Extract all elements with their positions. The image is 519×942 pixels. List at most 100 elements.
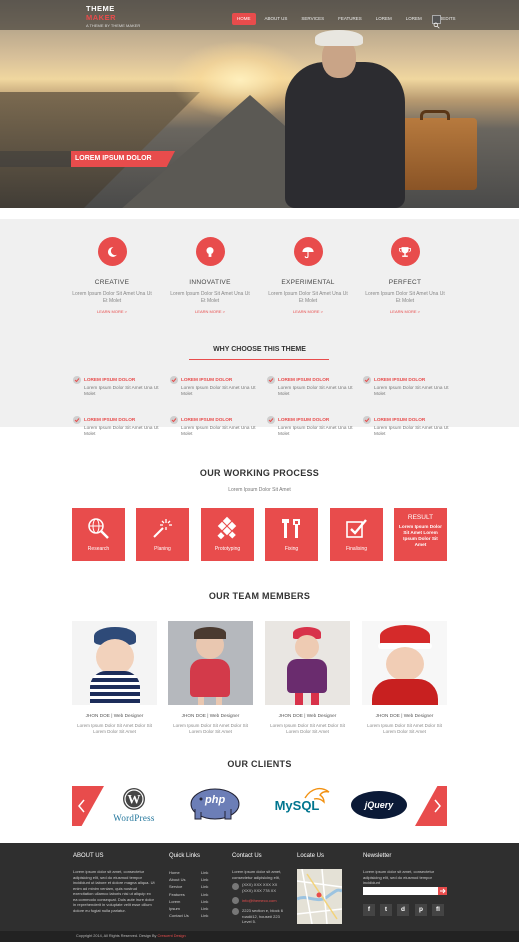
member-name: JHON DOE <box>278 713 303 718</box>
team-title: OUR TEAM MEMBERS <box>208 591 311 601</box>
quick-links-list: Home About Us Service Features Lorem Ips… <box>169 869 189 919</box>
nav-item-about[interactable]: ABOUT US <box>260 13 293 25</box>
umbrella-icon <box>302 246 314 258</box>
nav-item-services[interactable]: SERVICES <box>296 13 329 25</box>
member-photo <box>72 621 157 705</box>
feature-perfect: PERFECT Lorem Ipsum Dolor Sit Amet Una U… <box>365 237 445 314</box>
client-logo-php[interactable]: php <box>187 780 243 830</box>
suitcase-image <box>393 118 477 190</box>
why-item: LOREM IPSUM DOLOR Lorem Ipsum Dolor Sit … <box>363 376 453 400</box>
location-map[interactable] <box>297 869 342 924</box>
feature-title: PERFECT <box>388 279 422 286</box>
search-button[interactable] <box>432 15 441 29</box>
why-item: LOREM IPSUM DOLOR Lorem Ipsum Dolor Sit … <box>267 416 357 440</box>
link-item[interactable]: Link <box>201 876 208 883</box>
moon-icon <box>107 246 117 257</box>
client-logo-jquery[interactable]: jQuery <box>351 780 407 830</box>
footer-email[interactable]: info@themeco.com <box>242 898 292 904</box>
nav-item-lorem-1[interactable]: LOREM <box>371 13 397 25</box>
learn-more-link[interactable]: LEARN MORE > <box>170 309 250 314</box>
trophy-icon <box>398 246 412 257</box>
member-bio: Lorem Ipsum Dolor Sit Amet Dolor Sit Lor… <box>270 723 345 734</box>
client-logo-mysql[interactable]: MySQL <box>263 780 331 830</box>
designer-link[interactable]: Crescent Design <box>157 934 185 938</box>
logo-tagline: A THEME BY THEME MAKER <box>86 23 141 28</box>
member-bio: Lorem Ipsum Dolor Sit Amet Dolor Sit Lor… <box>367 723 442 734</box>
process-step-research[interactable]: Research <box>72 508 125 561</box>
link-item[interactable]: Link <box>201 905 208 912</box>
dribbble-icon[interactable]: d <box>397 904 409 916</box>
link-item[interactable]: Link <box>201 912 208 919</box>
quick-link[interactable]: Contact Us <box>169 912 189 919</box>
feature-desc: Lorem Ipsum Dolor Sit Amet Una Ut Et Mol… <box>268 291 348 304</box>
link-item[interactable]: Link <box>201 891 208 898</box>
quick-link[interactable]: Home <box>169 869 189 876</box>
process-step-fixing[interactable]: Fixing <box>265 508 318 561</box>
learn-more-link[interactable]: LEARN MORE > <box>365 309 445 314</box>
feature-experimental: EXPERIMENTAL Lorem Ipsum Dolor Sit Amet … <box>268 237 348 314</box>
quick-link[interactable]: Lorem <box>169 898 189 905</box>
footer-newsletter-title: Newsletter <box>363 853 392 859</box>
svg-text:W: W <box>128 792 141 807</box>
why-item: LOREM IPSUM DOLOR Lorem Ipsum Dolor Sit … <box>73 416 163 440</box>
quick-link[interactable]: Service <box>169 883 189 890</box>
learn-more-link[interactable]: LEARN MORE > <box>72 309 152 314</box>
logo[interactable]: THEME MAKER <box>86 4 116 22</box>
process-step-planing[interactable]: Planing <box>136 508 189 561</box>
clients-next-button[interactable] <box>415 786 447 826</box>
facebook-icon[interactable]: f <box>363 904 375 916</box>
email-icon <box>232 897 239 904</box>
quick-link[interactable]: Ipsum <box>169 905 189 912</box>
footer-locate-title: Locate Us <box>297 853 325 859</box>
member-photo <box>362 621 447 705</box>
nav-item-lorem-2[interactable]: LOREM <box>401 13 427 25</box>
member-role: Web Designer <box>306 713 337 718</box>
footer-contact-text: Lorem ipsum dolor sit amet, consectetur … <box>232 869 282 880</box>
newsletter-submit-button[interactable] <box>438 887 447 895</box>
footer-about-text: Lorem ipsum dolor sit amet, consectetur … <box>73 869 155 913</box>
check-icon <box>171 418 177 423</box>
why-item: LOREM IPSUM DOLOR Lorem Ipsum Dolor Sit … <box>170 376 260 400</box>
learn-more-link[interactable]: LEARN MORE > <box>268 309 348 314</box>
process-step-finalising[interactable]: Finalising <box>330 508 383 561</box>
link-item[interactable]: Link <box>201 869 208 876</box>
twitter-icon[interactable]: t <box>380 904 392 916</box>
result-text: Lorem Ipsum Dolor Sit Amet Lorem Ipsum D… <box>399 524 442 547</box>
member-role: Web Designer <box>113 713 144 718</box>
member-name: JHON DOE <box>181 713 206 718</box>
nav-item-home[interactable]: HOME <box>232 13 256 25</box>
clients-title: OUR CLIENTS <box>227 759 292 769</box>
member-role: Web Designer <box>209 713 240 718</box>
pinterest-icon[interactable]: p <box>415 904 427 916</box>
quick-link[interactable]: Features <box>169 891 189 898</box>
flickr-icon[interactable]: fl <box>432 904 444 916</box>
process-step-prototyping[interactable]: Prototyping <box>201 508 254 561</box>
footer-contact-title: Contact Us <box>232 853 262 859</box>
newsletter-email-input[interactable] <box>363 887 438 895</box>
process-title: OUR WORKING PROCESS <box>199 468 320 478</box>
check-icon <box>364 418 370 423</box>
client-name: WordPress <box>113 813 155 823</box>
check-icon <box>268 418 274 423</box>
footer-quick-links-title: Quick Links <box>169 853 201 859</box>
link-item[interactable]: Link <box>201 898 208 905</box>
feature-desc: Lorem Ipsum Dolor Sit Amet Una Ut Et Mol… <box>72 291 152 304</box>
feature-creative: CREATIVE Lorem Ipsum Dolor Sit Amet Una … <box>72 237 152 314</box>
check-icon <box>364 378 370 383</box>
nav-item-features[interactable]: FEATURES <box>333 13 367 25</box>
quick-link[interactable]: About Us <box>169 876 189 883</box>
feature-desc: Lorem Ipsum Dolor Sit Amet Una Ut Et Mol… <box>365 291 445 304</box>
clients-prev-button[interactable] <box>72 786 104 826</box>
feature-desc: Lorem Ipsum Dolor Sit Amet Una Ut Et Mol… <box>170 291 250 304</box>
link-item[interactable]: Link <box>201 883 208 890</box>
sparkle-wand-icon <box>153 519 172 538</box>
lightbulb-icon <box>206 246 214 257</box>
client-logo-wordpress[interactable]: W WordPress <box>104 780 164 830</box>
feature-title: INNOVATIVE <box>189 279 231 286</box>
wordpress-icon: W <box>123 788 145 810</box>
chevron-left-icon <box>78 799 85 813</box>
feature-innovative: INNOVATIVE Lorem Ipsum Dolor Sit Amet Un… <box>170 237 250 314</box>
why-item: LOREM IPSUM DOLOR Lorem Ipsum Dolor Sit … <box>363 416 453 440</box>
member-name: JHON DOE <box>85 713 110 718</box>
copyright: Copyright 2014, All Rights Reserved. Des… <box>76 934 186 938</box>
